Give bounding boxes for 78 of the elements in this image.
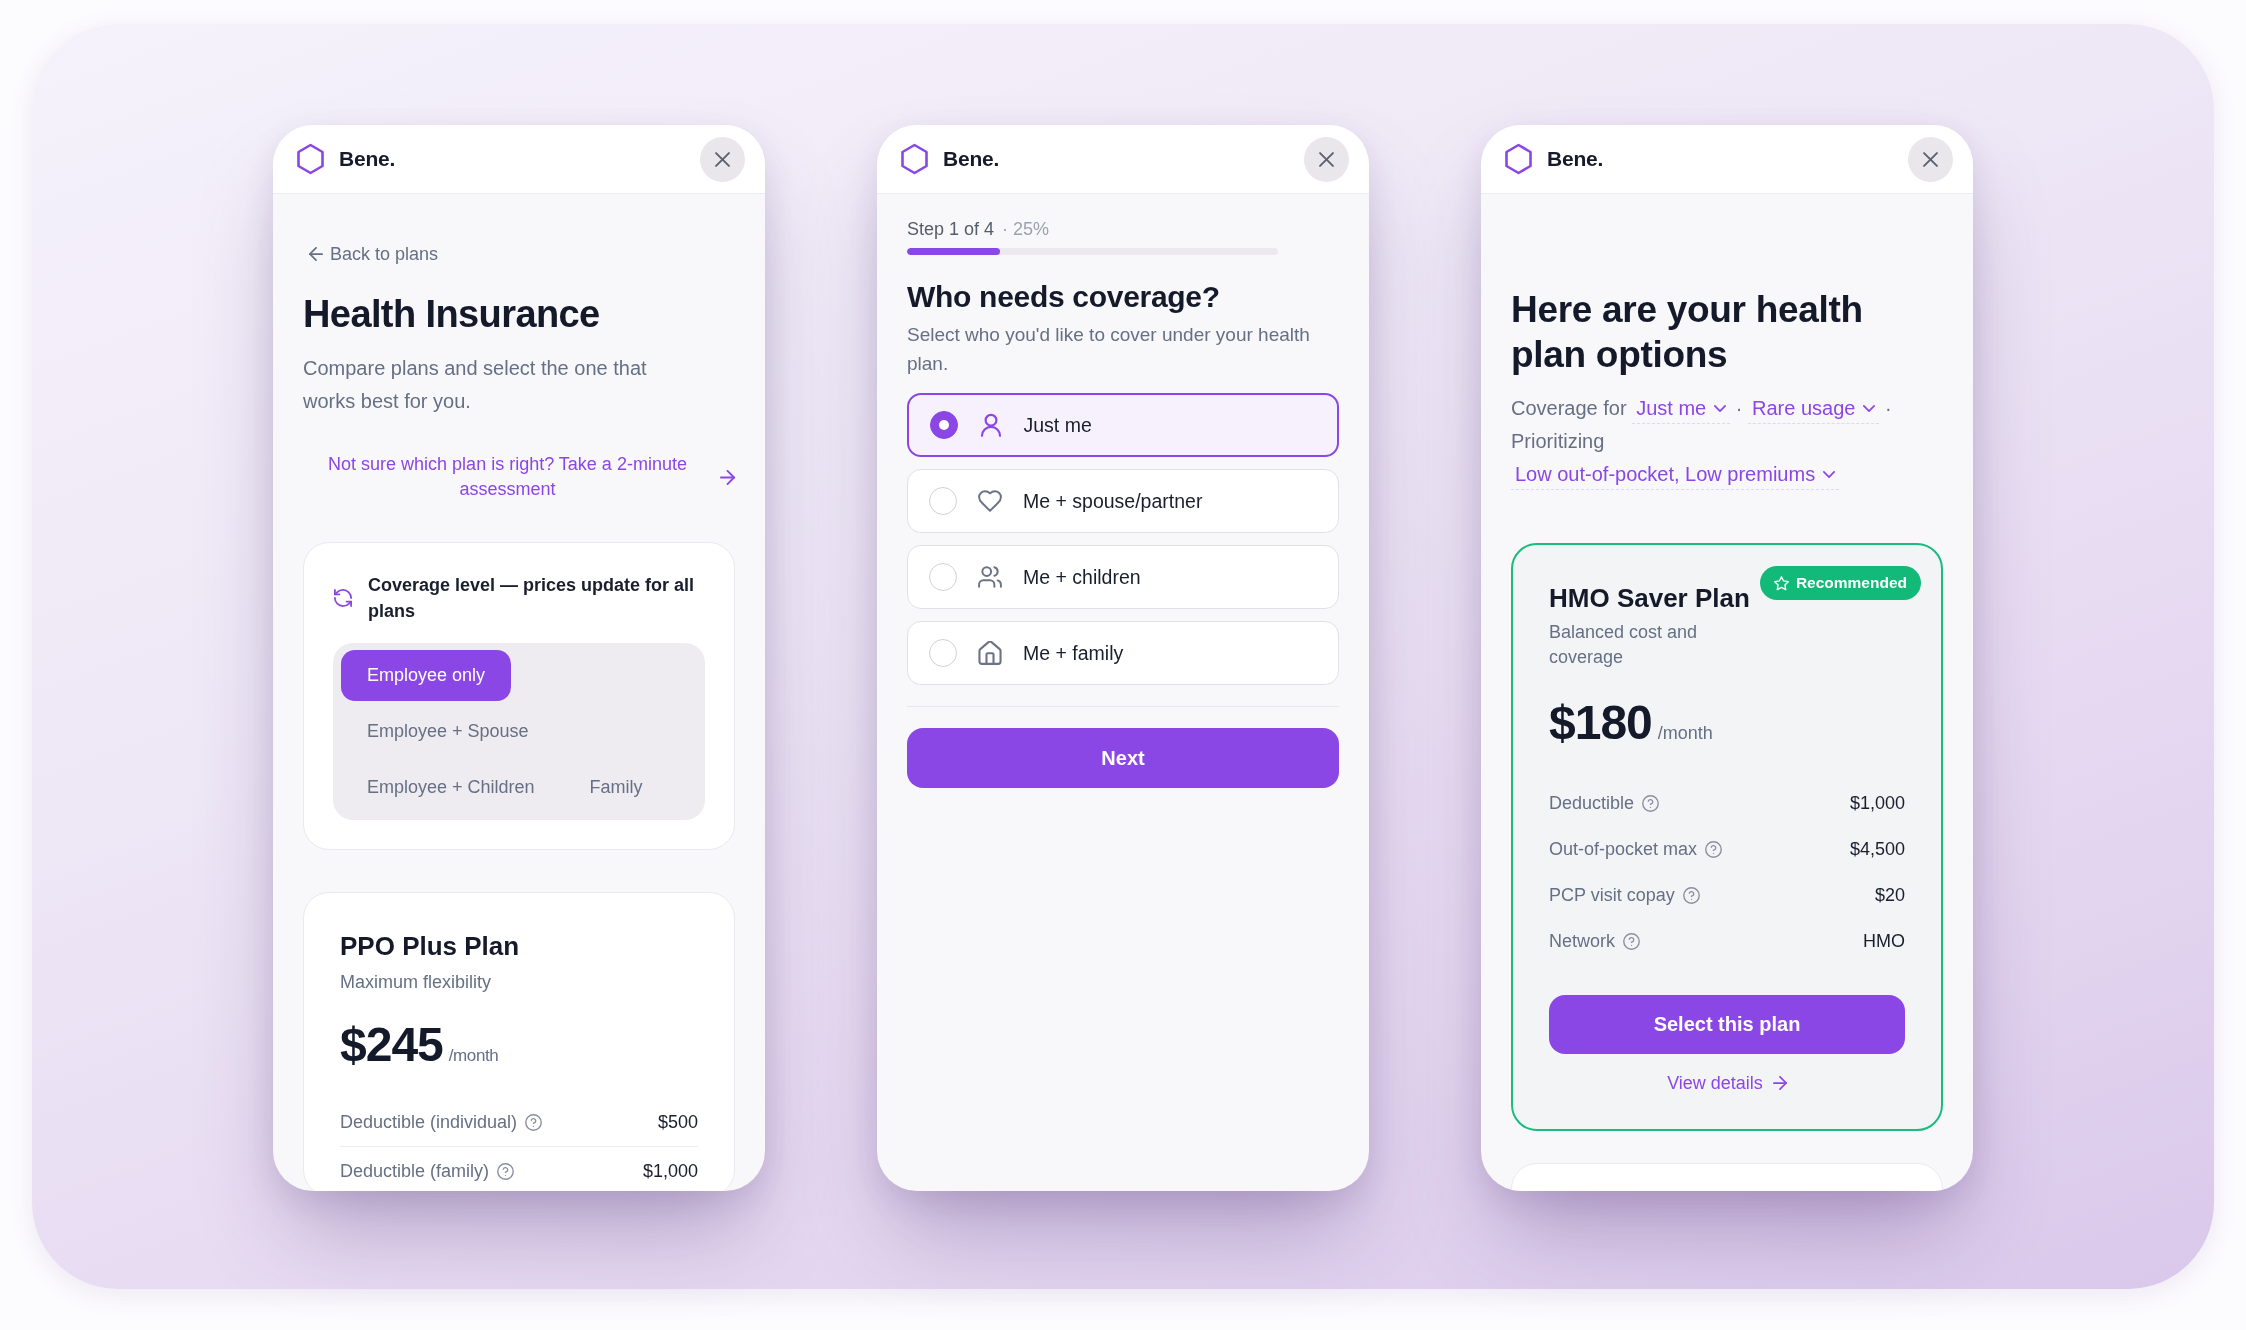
coverage-option[interactable]: Me + family: [907, 621, 1339, 685]
hexagon-logo-icon: [900, 143, 929, 175]
close-button[interactable]: [1908, 136, 1953, 182]
chevron-down-icon: [1823, 470, 1836, 478]
progress-percent: · 25%: [1002, 218, 1050, 240]
step-label: Step 1 of 4: [907, 218, 995, 240]
filter-dropdown[interactable]: Low out-of-pocket, Low premiums: [1511, 459, 1840, 490]
coverage-option[interactable]: Me + spouse/partner: [907, 469, 1339, 533]
coverage-level-tab[interactable]: Family: [563, 762, 669, 813]
plan-name: HMO Saver Plan: [1549, 582, 1751, 615]
refresh-icon: [334, 589, 352, 607]
help-icon: [1642, 794, 1660, 812]
help-icon: [1682, 886, 1700, 904]
brand-name: Bene.: [1547, 147, 1604, 171]
back-link[interactable]: Back to plans: [309, 242, 439, 266]
price-period: /month: [1657, 723, 1713, 744]
help-icon: [525, 1113, 543, 1131]
detail-value: $500: [657, 1111, 698, 1134]
detail-value: $4,500: [1849, 838, 1905, 861]
price-amount: $180: [1549, 695, 1652, 751]
coverage-option[interactable]: Me + children: [907, 545, 1339, 609]
select-plan-button[interactable]: Select this plan: [1549, 995, 1905, 1054]
plan-name: PPO Plus Plan: [340, 930, 521, 963]
summary-text: Coverage for: [1511, 397, 1627, 419]
brand-name: Bene.: [339, 147, 396, 171]
filter-dropdown[interactable]: Rare usage: [1748, 393, 1880, 424]
next-button[interactable]: Next: [907, 728, 1339, 788]
star-icon: [1773, 575, 1789, 591]
coverage-level-tab[interactable]: Employee + Spouse: [341, 706, 555, 757]
filter-dropdown[interactable]: Just me: [1632, 393, 1731, 424]
close-icon: [1319, 151, 1334, 167]
assessment-link[interactable]: Not sure which plan is right? Take a 2-minute assessment: [303, 452, 735, 502]
coverage-level-label: Coverage level — prices update for all plans: [368, 574, 696, 623]
page-title: Health Insurance: [303, 292, 601, 337]
detail-label: Deductible (individual): [340, 1111, 518, 1134]
detail-value: $1,000: [642, 1160, 698, 1183]
hexagon-logo-icon: [1504, 143, 1533, 175]
help-icon: [1705, 840, 1723, 858]
plan-tagline: Balanced cost and coverage: [1549, 621, 1699, 669]
view-details-link[interactable]: View details: [1667, 1071, 1787, 1095]
radio-button[interactable]: [929, 411, 958, 439]
detail-value: $1,000: [1849, 792, 1905, 815]
detail-value: HMO: [1863, 930, 1905, 953]
coverage-option[interactable]: Just me: [907, 393, 1339, 457]
people-icon: [978, 565, 1002, 589]
price-amount: $245: [340, 1017, 443, 1073]
detail-label: Out-of-pocket max: [1549, 838, 1698, 861]
heart-icon: [978, 489, 1002, 513]
badge-label: Recommended: [1795, 574, 1907, 592]
person-icon: [978, 413, 1003, 437]
house-icon: [978, 641, 1002, 665]
detail-label: Deductible: [1549, 792, 1635, 815]
close-button[interactable]: [700, 136, 745, 182]
coverage-level-tab[interactable]: Employee + Children: [341, 762, 561, 813]
price-period: /month: [448, 1046, 499, 1066]
close-icon: [1923, 151, 1938, 167]
coverage-level-tab[interactable]: Employee only: [341, 650, 512, 701]
help-icon: [497, 1162, 515, 1180]
chevron-down-icon: [1714, 404, 1727, 412]
page-subtitle: Compare plans and select the one that works best for you.: [303, 356, 648, 414]
plan-tagline: Maximum flexibility: [340, 971, 493, 994]
detail-label: Network: [1549, 930, 1615, 953]
detail-value: $20: [1874, 884, 1905, 907]
page-title: Here are your health plan options: [1511, 288, 1864, 377]
brand-name: Bene.: [943, 147, 1000, 171]
help-icon: [1623, 932, 1640, 950]
close-icon: [715, 151, 730, 167]
hexagon-logo-icon: [296, 143, 325, 175]
arrow-right-icon: [1772, 1076, 1787, 1090]
summary-text: Prioritizing: [1511, 430, 1605, 452]
page-subtitle: Select who you'd like to cover under your health plan.: [907, 323, 1311, 376]
page-title: Who needs coverage?: [907, 279, 1221, 315]
summary-text: ·: [1885, 397, 1892, 419]
detail-label: Deductible (family): [340, 1160, 490, 1183]
summary-text: ·: [1735, 397, 1743, 419]
close-button[interactable]: [1304, 136, 1349, 182]
chevron-down-icon: [1863, 404, 1876, 412]
detail-label: PCP visit copay: [1549, 884, 1675, 907]
